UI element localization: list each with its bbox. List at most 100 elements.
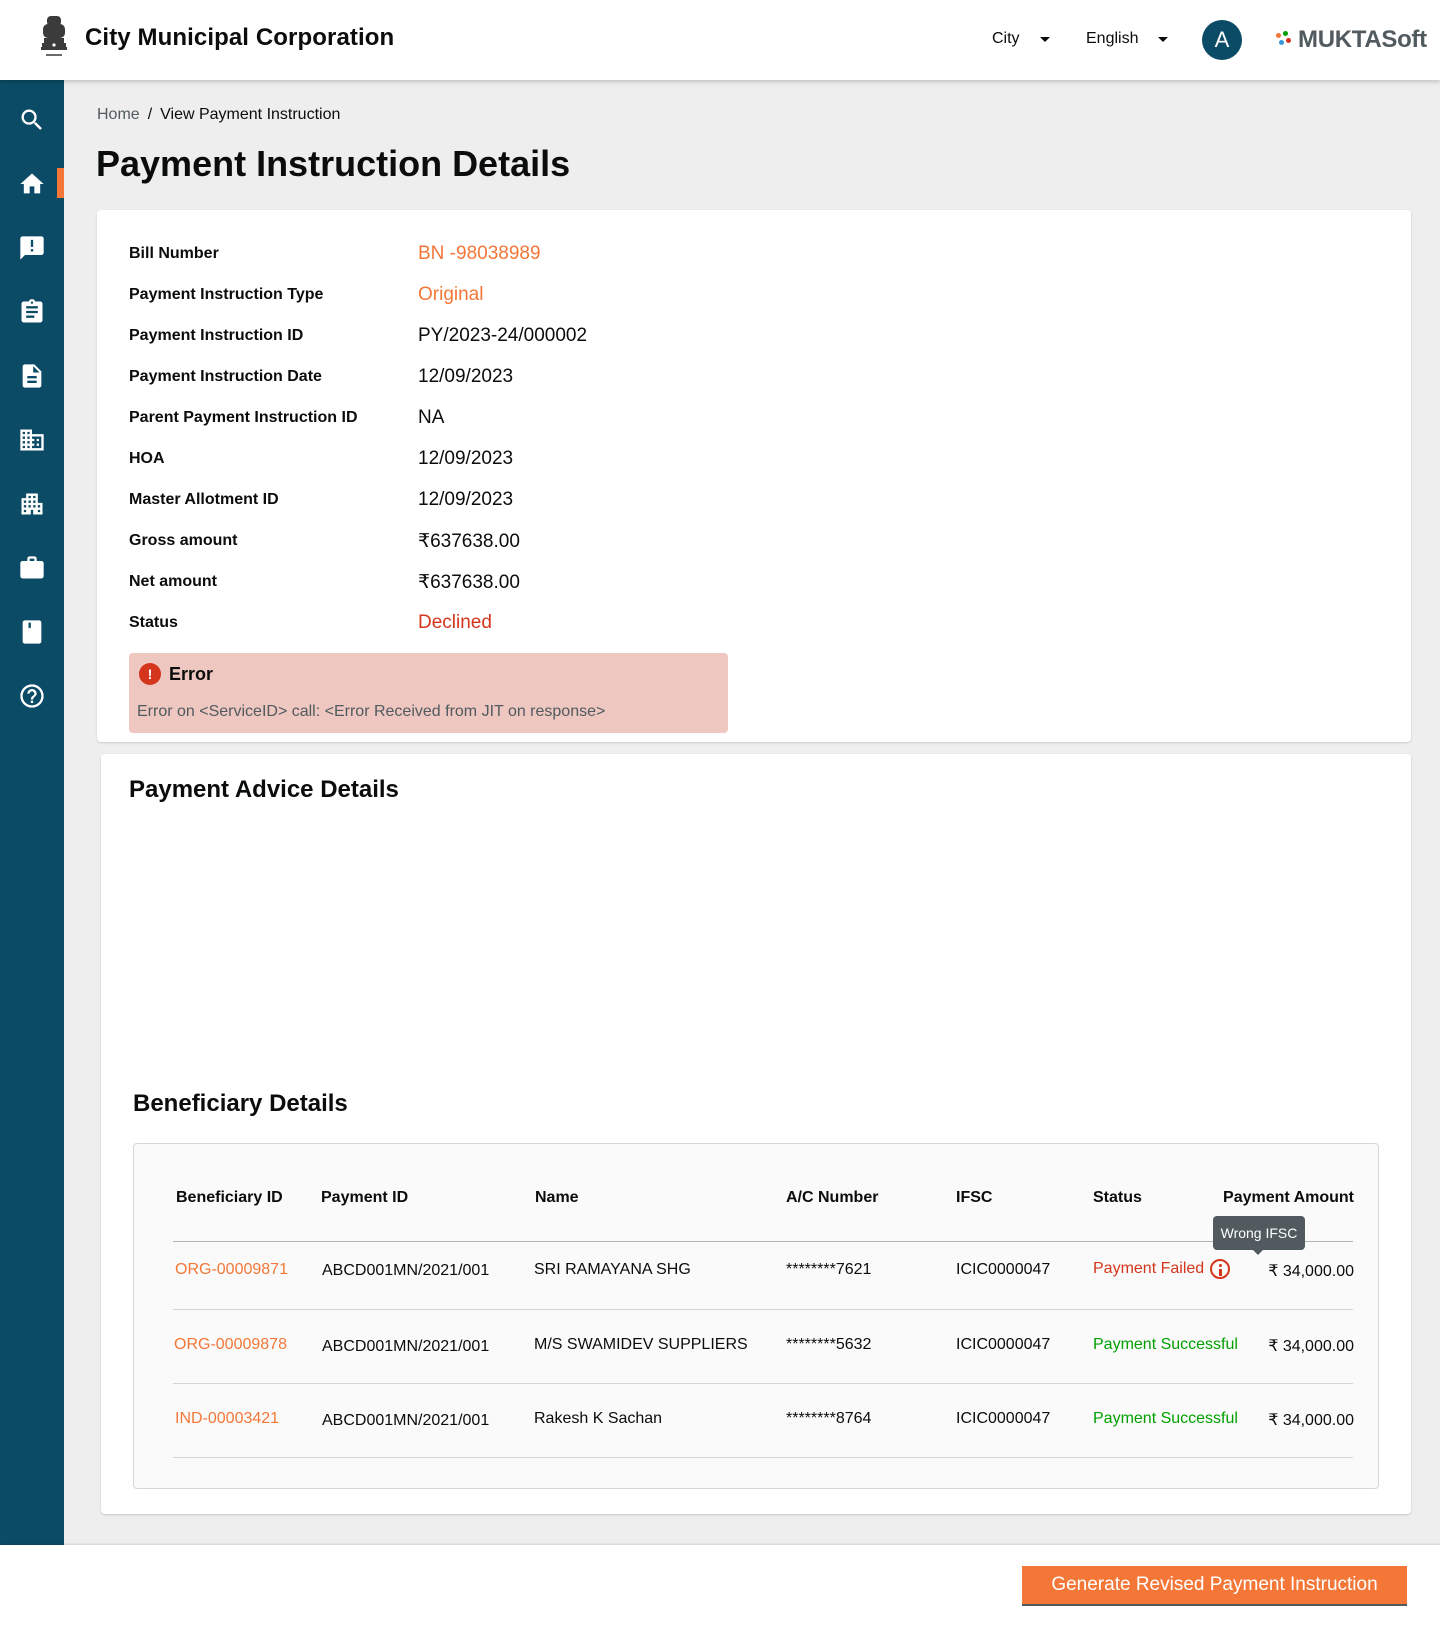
beneficiary-id-link[interactable]: IND-00003421 bbox=[175, 1410, 279, 1428]
table-cell: ABCD001MN/2021/001 bbox=[322, 1338, 490, 1355]
row-divider bbox=[173, 1457, 1353, 1458]
error-title: Error bbox=[169, 664, 214, 684]
sidebar-item-complaints[interactable] bbox=[0, 224, 64, 272]
payment-status-success: Payment Successful bbox=[1093, 1410, 1238, 1427]
complaint-icon bbox=[20, 236, 44, 260]
detail-value: ₹637638.00 bbox=[418, 530, 520, 552]
row-divider bbox=[173, 1383, 1353, 1384]
table-cell: ABCD001MN/2021/001 bbox=[322, 1412, 490, 1429]
table-cell: ********8764 bbox=[786, 1410, 872, 1427]
sidebar-item-organisation[interactable] bbox=[0, 416, 64, 464]
payment-status-success: Payment Successful bbox=[1093, 1336, 1238, 1353]
beneficiary-details-title: Beneficiary Details bbox=[133, 1090, 348, 1117]
detail-label: Status bbox=[129, 614, 178, 631]
detail-label: Gross amount bbox=[129, 532, 238, 549]
status-badge: Declined bbox=[418, 612, 492, 633]
payment-advice-card: Payment Advice Details Beneficiary Detai… bbox=[101, 754, 1411, 1514]
beneficiary-id-link[interactable]: ORG-00009878 bbox=[174, 1336, 287, 1354]
column-header: Payment Amount bbox=[1223, 1189, 1354, 1206]
sidebar-item-works[interactable] bbox=[0, 544, 64, 592]
sidebar-item-documents[interactable] bbox=[0, 352, 64, 400]
detail-value: ₹637638.00 bbox=[418, 571, 520, 593]
column-header: Name bbox=[535, 1189, 579, 1206]
table-cell: ICIC0000047 bbox=[956, 1261, 1051, 1278]
sidebar-item-bills[interactable] bbox=[0, 608, 64, 656]
column-header: Beneficiary ID bbox=[176, 1189, 283, 1206]
beneficiary-id-link[interactable]: ORG-00009871 bbox=[175, 1261, 288, 1279]
table-cell: Rakesh K Sachan bbox=[534, 1410, 663, 1427]
table-cell: ₹ 34,000.00 bbox=[1268, 1412, 1354, 1429]
detail-label: Master Allotment ID bbox=[129, 491, 279, 508]
table-cell: ********5632 bbox=[786, 1336, 872, 1353]
table-header-divider bbox=[173, 1241, 1353, 1242]
table-cell: ICIC0000047 bbox=[956, 1410, 1051, 1427]
city-dropdown[interactable]: City bbox=[992, 30, 1050, 48]
state-emblem-icon bbox=[41, 16, 67, 56]
detail-value: Original bbox=[418, 284, 484, 305]
detail-row-master-allotment: Master Allotment ID 12/09/2023 bbox=[129, 486, 829, 514]
detail-row-gross-amount: Gross amount ₹637638.00 bbox=[129, 527, 829, 555]
detail-label: Payment Instruction Date bbox=[129, 368, 322, 385]
detail-row-type: Payment Instruction Type Original bbox=[129, 281, 829, 309]
brand-dots-icon bbox=[1276, 31, 1294, 49]
column-header: A/C Number bbox=[786, 1189, 879, 1206]
detail-value: 12/09/2023 bbox=[418, 448, 514, 469]
error-banner: ! Error Error on <ServiceID> call: <Erro… bbox=[129, 653, 728, 733]
org-title: City Municipal Corporation bbox=[85, 24, 395, 51]
detail-value: 12/09/2023 bbox=[418, 366, 514, 387]
beneficiary-table: Beneficiary ID Payment ID Name A/C Numbe… bbox=[133, 1143, 1379, 1489]
document-icon bbox=[22, 364, 42, 388]
briefcase-icon bbox=[20, 556, 44, 579]
user-avatar[interactable]: A bbox=[1202, 20, 1242, 60]
detail-row-status: Status Declined bbox=[129, 609, 829, 637]
detail-row-net-amount: Net amount ₹637638.00 bbox=[129, 568, 829, 596]
sidebar-item-home[interactable] bbox=[0, 160, 64, 208]
breadcrumb-home-link[interactable]: Home bbox=[97, 106, 140, 123]
table-cell: SRI RAMAYANA SHG bbox=[534, 1261, 691, 1278]
sidebar-item-tasks[interactable] bbox=[0, 288, 64, 336]
table-cell: ICIC0000047 bbox=[956, 1336, 1051, 1353]
city-dropdown-label: City bbox=[992, 30, 1020, 47]
detail-label: HOA bbox=[129, 450, 165, 467]
page-title: Payment Instruction Details bbox=[96, 143, 571, 184]
payment-status-failed: Payment Failed bbox=[1093, 1259, 1231, 1279]
detail-row-parent-id: Parent Payment Instruction ID NA bbox=[129, 404, 829, 432]
sidebar-item-projects[interactable] bbox=[0, 480, 64, 528]
sidebar bbox=[0, 80, 64, 1545]
column-header: IFSC bbox=[956, 1189, 993, 1206]
bill-number-link[interactable]: BN -98038989 bbox=[418, 243, 541, 265]
chevron-down-icon bbox=[1039, 36, 1050, 42]
detail-value: NA bbox=[418, 407, 445, 428]
breadcrumb: Home / View Payment Instruction bbox=[97, 106, 340, 124]
detail-row-instruction-date: Payment Instruction Date 12/09/2023 bbox=[129, 363, 829, 391]
breadcrumb-current: View Payment Instruction bbox=[160, 106, 341, 123]
table-cell: M/S SWAMIDEV SUPPLIERS bbox=[534, 1336, 748, 1353]
error-message: Error on <ServiceID> call: <Error Receiv… bbox=[137, 703, 606, 720]
brand-logo: MUKTASoft bbox=[1276, 26, 1427, 54]
search-icon bbox=[21, 109, 42, 130]
bookmark-book-icon bbox=[22, 620, 42, 644]
sidebar-item-help[interactable] bbox=[0, 672, 64, 720]
status-text: Payment Failed bbox=[1093, 1260, 1205, 1277]
error-icon: ! bbox=[139, 663, 161, 685]
clipboard-icon bbox=[21, 299, 43, 323]
detail-row-bill-number: Bill Number BN -98038989 bbox=[129, 240, 829, 268]
home-icon bbox=[20, 173, 44, 194]
action-bar: Generate Revised Payment Instruction bbox=[0, 1545, 1440, 1630]
column-header: Status bbox=[1093, 1189, 1142, 1206]
column-header: Payment ID bbox=[321, 1189, 409, 1206]
breadcrumb-separator: / bbox=[147, 106, 153, 123]
detail-label: Payment Instruction Type bbox=[129, 286, 324, 303]
language-dropdown[interactable]: English bbox=[1086, 30, 1169, 48]
chevron-down-icon bbox=[1158, 36, 1169, 42]
table-cell: ********7621 bbox=[786, 1261, 872, 1278]
brand-name: MUKTASoft bbox=[1298, 26, 1427, 53]
info-icon[interactable] bbox=[1210, 1259, 1231, 1279]
table-cell: ₹ 34,000.00 bbox=[1268, 1338, 1354, 1355]
detail-row-instruction-id: Payment Instruction ID PY/2023-24/000002 bbox=[129, 322, 829, 350]
table-cell: ABCD001MN/2021/001 bbox=[322, 1262, 490, 1279]
generate-revised-payment-instruction-button[interactable]: Generate Revised Payment Instruction bbox=[1022, 1566, 1407, 1606]
help-icon bbox=[20, 684, 44, 708]
active-indicator bbox=[57, 168, 64, 198]
sidebar-item-search[interactable] bbox=[0, 96, 64, 144]
